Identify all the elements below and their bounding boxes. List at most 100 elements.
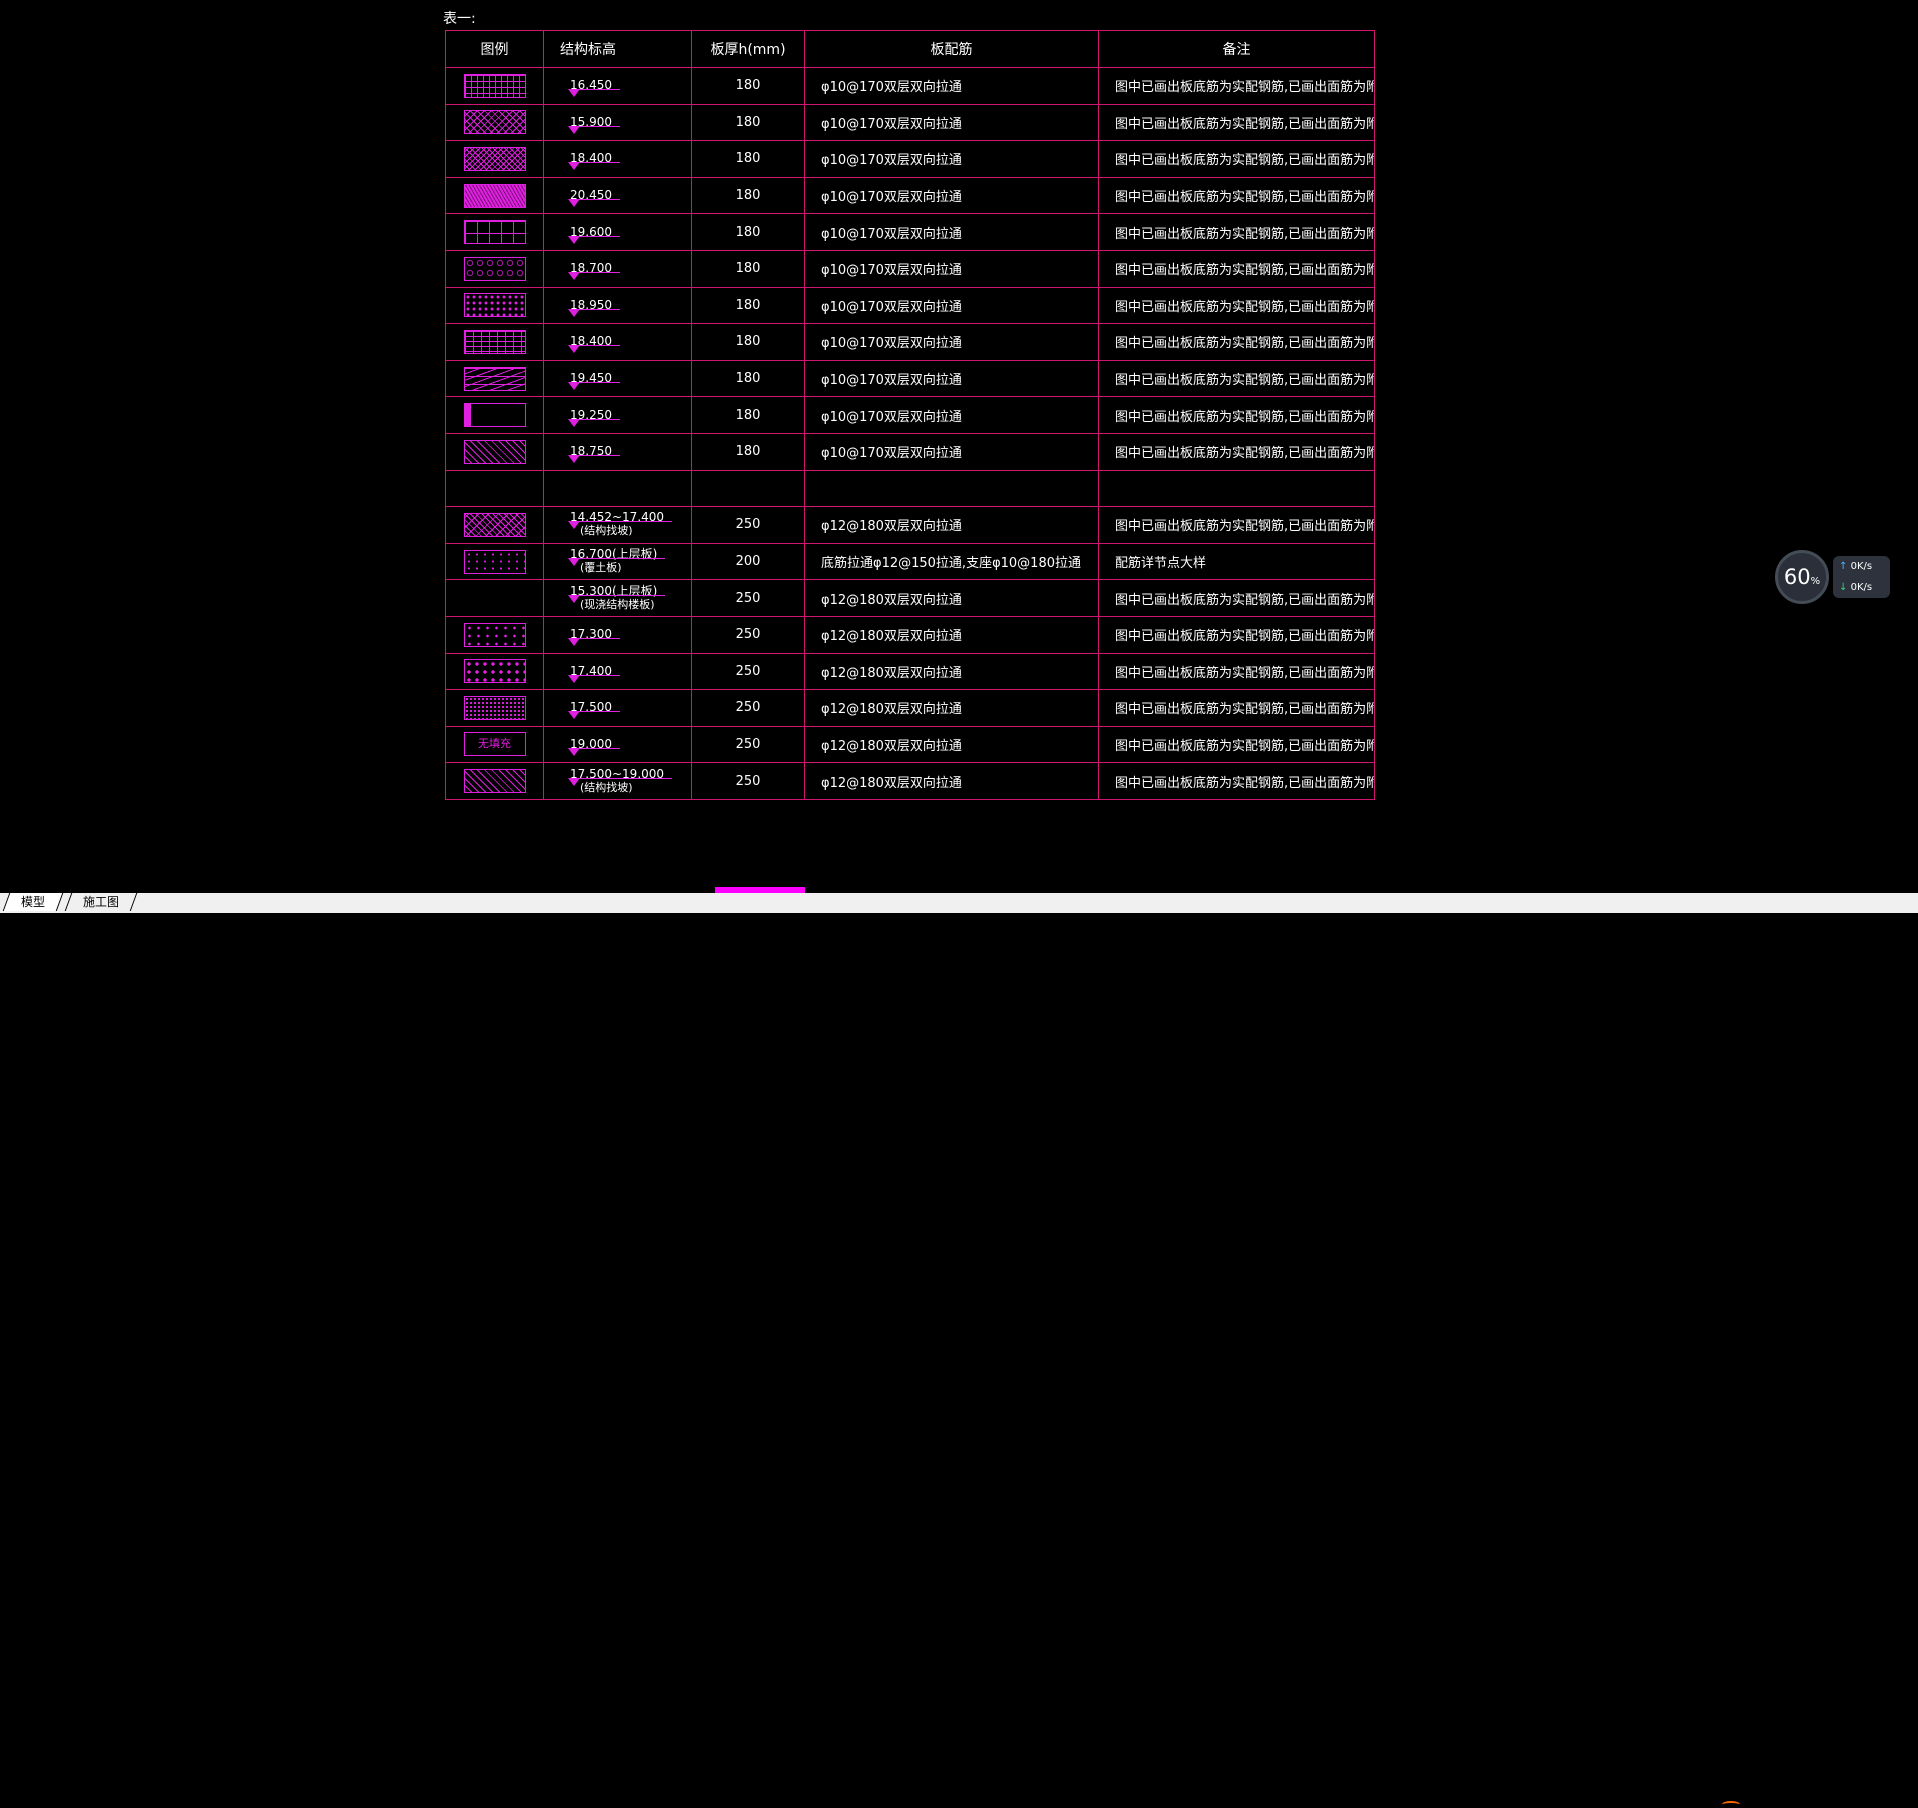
elevation-cell: 17.500~19.000 (结构找坡) <box>543 762 692 800</box>
speed-panel: ↑ 0K/s ↓ 0K/s <box>1833 556 1890 598</box>
elevation-note: (覆土板) <box>580 561 622 575</box>
note-cell: 图中已画出板底筋为实配钢筋,已画出面筋为附加面筋。 <box>1098 432 1375 471</box>
legend-cell <box>445 176 544 215</box>
rebar-cell: φ10@170双层双向拉通 <box>804 140 1099 178</box>
header-thickness: 板厚h(mm) <box>691 30 805 68</box>
legend-cell <box>445 249 544 288</box>
legend-cell <box>445 213 544 251</box>
hatch-pattern-swatch <box>463 622 526 647</box>
note-cell: 图中已画出板底筋为实配钢筋,已画出面筋为附加面筋。 <box>1098 176 1375 215</box>
note-cell: 图中已画出板底筋为实配钢筋,已画出面筋为附加面筋。 <box>1098 213 1375 251</box>
table-row: 20.450 180 φ10@170双层双向拉通 图中已画出板底筋为实配钢筋,已画出面… <box>445 176 1375 215</box>
table-row: 17.400 250 φ12@180双层双向拉通 图中已画出板底筋为实配钢筋,已画出面… <box>445 652 1375 691</box>
elevation-cell: 18.400 <box>543 140 692 178</box>
legend-cell <box>445 469 544 508</box>
rebar-cell: φ10@170双层双向拉通 <box>804 103 1099 142</box>
elevation-cell: 18.400 <box>543 323 692 361</box>
legend-cell <box>445 432 544 471</box>
legend-cell <box>445 359 544 398</box>
table-row: 14.452~17.400 (结构找坡) 250 φ12@180双层双向拉通 图中已画出… <box>445 506 1375 544</box>
rebar-cell: φ12@180双层双向拉通 <box>804 725 1099 764</box>
hatch-pattern-swatch <box>463 439 526 464</box>
thickness-cell: 180 <box>691 176 805 215</box>
thickness-cell: 180 <box>691 323 805 361</box>
thickness-cell: 200 <box>691 542 805 581</box>
note-cell: 图中已画出板底筋为实配钢筋,已画出面筋为附加面筋。 <box>1098 323 1375 361</box>
thickness-cell: 180 <box>691 103 805 142</box>
hatch-pattern-swatch <box>463 293 526 318</box>
hatch-pattern-swatch <box>463 512 526 537</box>
elevation-cell: 17.500 <box>543 689 692 727</box>
elevation-marker-icon <box>568 455 580 464</box>
cpu-gauge: 60% <box>1775 550 1829 604</box>
thickness-cell: 180 <box>691 432 805 471</box>
hatch-pattern-swatch <box>463 695 526 720</box>
legend-cell <box>445 506 544 544</box>
table-row: 18.700 180 φ10@170双层双向拉通 图中已画出板底筋为实配钢筋,已画出面… <box>445 249 1375 288</box>
thickness-cell <box>691 469 805 508</box>
legend-cell <box>445 762 544 800</box>
thickness-cell: 180 <box>691 249 805 288</box>
elevation-marker-icon <box>568 382 580 391</box>
elevation-cell: 14.452~17.400 (结构找坡) <box>543 506 692 544</box>
hatch-pattern-swatch <box>463 659 526 684</box>
elevation-cell: 19.450 <box>543 359 692 398</box>
elevation-cell: 18.950 <box>543 286 692 325</box>
note-cell: 图中已画出板底筋为实配钢筋,已画出面筋为附加面筋。 <box>1098 725 1375 764</box>
legend-cell <box>445 615 544 654</box>
table-row: 19.450 180 φ10@170双层双向拉通 图中已画出板底筋为实配钢筋,已画出面… <box>445 359 1375 398</box>
thickness-cell: 250 <box>691 579 805 617</box>
elevation-marker-icon <box>568 308 580 317</box>
hatch-pattern-swatch <box>463 549 526 574</box>
hatch-pattern-swatch <box>463 110 526 135</box>
elevation-cell: 19.600 <box>543 213 692 251</box>
elevation-marker-icon <box>568 711 580 720</box>
legend-cell <box>445 652 544 691</box>
hatch-pattern-swatch <box>463 403 526 428</box>
note-cell: 图中已画出板底筋为实配钢筋,已画出面筋为附加面筋。 <box>1098 67 1375 105</box>
note-cell: 图中已画出板底筋为实配钢筋,已画出面筋为附加面筋。 <box>1098 689 1375 727</box>
thickness-cell: 250 <box>691 652 805 691</box>
table-header-row: 图例 结构标高 板厚h(mm) 板配筋 备注 <box>445 30 1375 68</box>
table-row: 17.300 250 φ12@180双层双向拉通 图中已画出板底筋为实配钢筋,已画出面… <box>445 615 1375 654</box>
note-cell: 图中已画出板底筋为实配钢筋,已画出面筋为附加面筋。 <box>1098 579 1375 617</box>
table-row: 19.600 180 φ10@170双层双向拉通 图中已画出板底筋为实配钢筋,已画出面… <box>445 213 1375 251</box>
elevation-note: (现浇结构楼板) <box>580 597 655 611</box>
note-cell: 图中已画出板底筋为实配钢筋,已画出面筋为附加面筋。 <box>1098 249 1375 288</box>
thickness-cell: 250 <box>691 725 805 764</box>
rebar-cell <box>804 469 1099 508</box>
table-row: 15.900 180 φ10@170双层双向拉通 图中已画出板底筋为实配钢筋,已画出面… <box>445 103 1375 142</box>
layout-tab-bar: 模型 施工图 <box>0 893 1918 1803</box>
rebar-cell: φ10@170双层双向拉通 <box>804 286 1099 325</box>
elevation-cell: 20.450 <box>543 176 692 215</box>
note-cell: 图中已画出板底筋为实配钢筋,已画出面筋为附加面筋。 <box>1098 762 1375 800</box>
drawing-canvas[interactable]: 表一: 图例 结构标高 板厚h(mm) 板配筋 备注 16.450 180 φ10@… <box>0 0 1918 893</box>
elevation-cell: 16.700(上层板) (覆土板) <box>543 542 692 581</box>
legend-cell <box>445 67 544 105</box>
rebar-cell: φ12@180双层双向拉通 <box>804 652 1099 691</box>
hatch-pattern-swatch <box>463 329 526 354</box>
tab-model[interactable]: 模型 <box>2 893 64 911</box>
rebar-cell: φ12@180双层双向拉通 <box>804 762 1099 800</box>
rebar-cell: φ10@170双层双向拉通 <box>804 359 1099 398</box>
note-cell: 图中已画出板底筋为实配钢筋,已画出面筋为附加面筋。 <box>1098 103 1375 142</box>
elevation-marker-icon <box>568 521 580 530</box>
header-note: 备注 <box>1098 30 1375 68</box>
tab-construction-drawing[interactable]: 施工图 <box>64 893 138 911</box>
elevation-marker-icon <box>568 345 580 354</box>
table-row: 18.950 180 φ10@170双层双向拉通 图中已画出板底筋为实配钢筋,已画出面… <box>445 286 1375 325</box>
table-row <box>445 469 1375 508</box>
thickness-cell: 250 <box>691 689 805 727</box>
hatch-pattern-swatch <box>463 256 526 281</box>
note-cell: 图中已画出板底筋为实配钢筋,已画出面筋为附加面筋。 <box>1098 615 1375 654</box>
header-rebar: 板配筋 <box>804 30 1099 68</box>
hatch-pattern-swatch: 无填充 <box>463 732 526 757</box>
header-legend: 图例 <box>445 30 544 68</box>
thickness-cell: 180 <box>691 213 805 251</box>
download-arrow-icon: ↓ <box>1839 582 1848 593</box>
elevation-cell: 15.900 <box>543 103 692 142</box>
elevation-marker-icon <box>568 235 580 244</box>
network-monitor-widget[interactable]: 60% ↑ 0K/s ↓ 0K/s <box>1775 550 1890 606</box>
rebar-cell: φ10@170双层双向拉通 <box>804 249 1099 288</box>
rebar-cell: φ10@170双层双向拉通 <box>804 323 1099 361</box>
